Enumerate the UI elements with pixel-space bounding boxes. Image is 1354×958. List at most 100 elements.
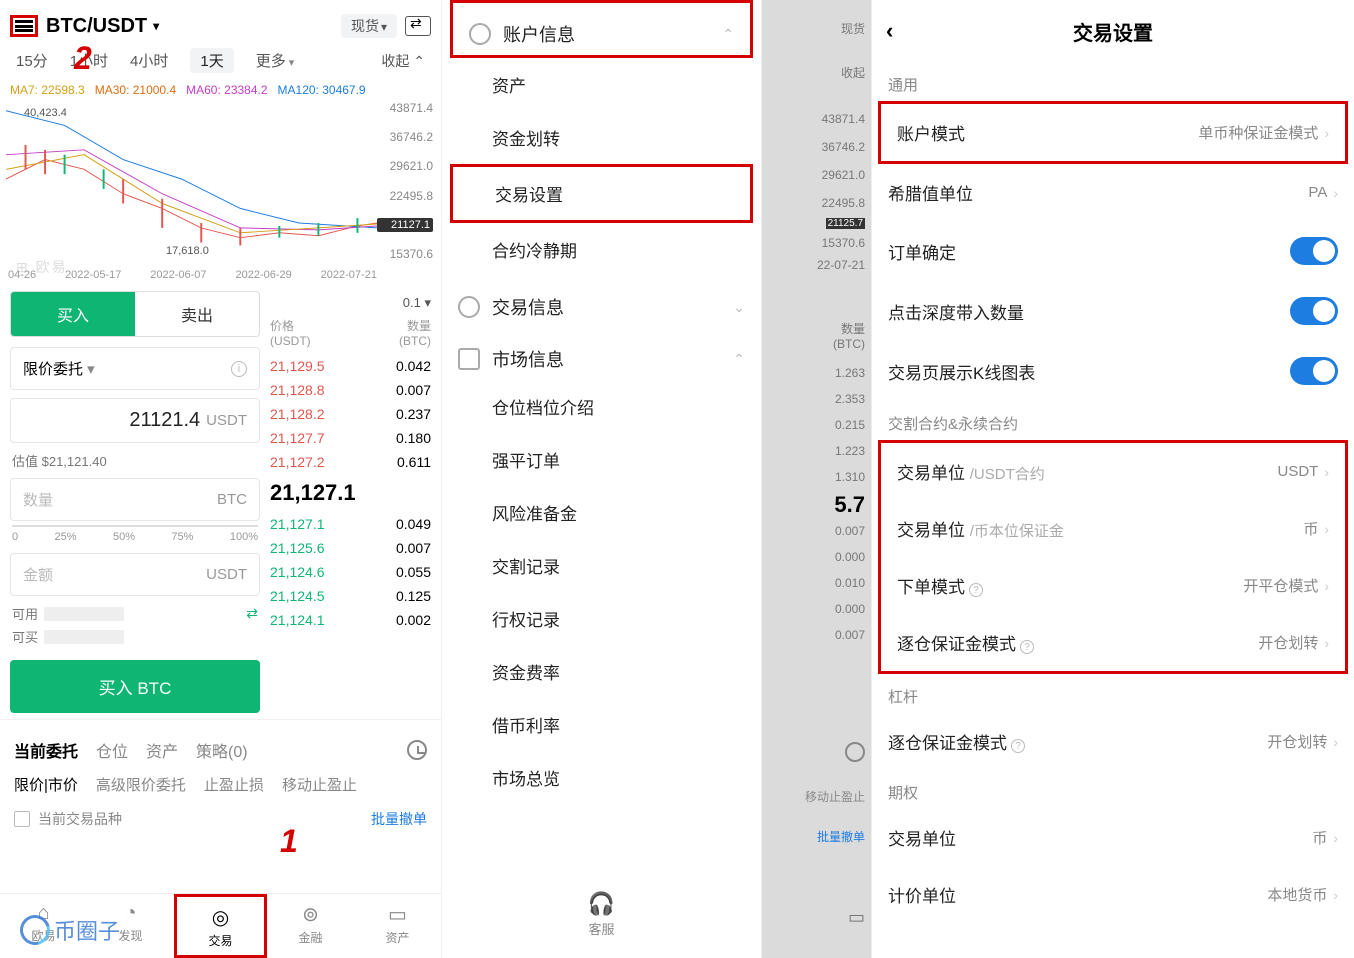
group-general: 通用 [872, 62, 1354, 101]
menu-delivery[interactable]: 交割记录 [442, 539, 761, 592]
help-icon[interactable]: ? [969, 583, 983, 597]
section-trade-info[interactable]: 交易信息 ⌄ [442, 276, 761, 328]
tf-4h[interactable]: 4小时 [130, 50, 168, 71]
row-lever-isolated[interactable]: 逐仓保证金模式? 开仓划转 › [872, 713, 1354, 770]
menu-liquidation[interactable]: 强平订单 [442, 433, 761, 486]
back-icon[interactable]: ‹ [886, 18, 893, 44]
timeframe-row: 15分 1小时 4小时 1天 更多 收起 [0, 44, 441, 81]
toggle-order-confirm[interactable] [1290, 237, 1338, 265]
row-unit-usdt[interactable]: 交易单位 /USDT合约 USDT › [881, 443, 1345, 500]
row-greek-unit[interactable]: 希腊值单位 PA › [872, 164, 1354, 221]
kline-chart[interactable]: 40,423.4 17,618.0 ⊞ 欧易 43871.4 36746.2 2… [6, 101, 435, 281]
chevron-right-icon: › [1324, 578, 1329, 594]
depth-step-select[interactable]: 0.1 [270, 291, 431, 315]
tab-trade[interactable]: ◎交易 [174, 894, 267, 958]
subtab-trailing[interactable]: 移动止盈止 [282, 774, 357, 795]
market-type-badge[interactable]: 现货 [341, 14, 397, 38]
menu-risk-reserve[interactable]: 风险准备金 [442, 486, 761, 539]
x-tick: 2022-06-07 [150, 269, 206, 281]
customer-service[interactable]: 🎧 客服 [442, 891, 761, 938]
menu-borrow[interactable]: 借币利率 [442, 698, 761, 751]
chart-low-label: 17,618.0 [166, 245, 209, 257]
clock-icon [469, 23, 491, 45]
amount-input[interactable]: 金额 USDT [10, 553, 260, 596]
tab-assets[interactable]: 资产 [146, 738, 178, 762]
help-icon[interactable]: ? [1011, 739, 1025, 753]
menu-icon[interactable] [10, 15, 38, 37]
section-account-info[interactable]: 账户信息 ⌃ [453, 3, 750, 55]
current-symbol-checkbox[interactable] [14, 811, 30, 827]
chevron-right-icon: › [1333, 887, 1338, 903]
ask-row[interactable]: 21,127.20.611 [270, 450, 431, 474]
tab-strategy[interactable]: 策略(0) [196, 738, 248, 762]
buy-tab[interactable]: 买入 [11, 292, 135, 336]
ask-row[interactable]: 21,128.20.237 [270, 402, 431, 426]
pair-selector[interactable]: BTC/USDT [46, 15, 159, 38]
menu-trade-settings[interactable]: 交易设置 [453, 167, 750, 220]
chart-collapse[interactable]: 收起 [381, 51, 425, 71]
chevron-right-icon: › [1333, 734, 1338, 750]
chart-icon [458, 348, 480, 370]
bid-row[interactable]: 21,124.10.002 [270, 608, 431, 632]
row-account-mode[interactable]: 账户模式 单币种保证金模式 › [881, 104, 1345, 161]
bid-row[interactable]: 21,127.10.049 [270, 512, 431, 536]
trade-screen: BTC/USDT 现货 2 15分 1小时 4小时 1天 更多 收起 MA7: … [0, 0, 442, 958]
row-option-unit[interactable]: 交易单位 币 › [872, 809, 1354, 866]
qty-input[interactable]: 数量 BTC [10, 478, 260, 521]
ask-row[interactable]: 21,128.80.007 [270, 378, 431, 402]
x-tick: 04-26 [8, 269, 36, 281]
qty-slider[interactable]: 025% 50%75% 100% [10, 527, 260, 553]
tab-finance[interactable]: ⊚金融 [267, 894, 354, 958]
wallet-icon: ▭ [354, 902, 441, 927]
subtab-stop[interactable]: 止盈止损 [204, 774, 264, 795]
tf-15m[interactable]: 15分 [16, 50, 48, 71]
menu-transfer[interactable]: 资金划转 [442, 111, 761, 164]
swap-icon[interactable]: ⇄ [246, 605, 258, 622]
buy-button[interactable]: 买入 BTC [10, 660, 260, 713]
price-estimate: 估值 $21,121.40 [10, 449, 260, 478]
menu-assets[interactable]: 资产 [442, 58, 761, 111]
ask-row[interactable]: 21,127.70.180 [270, 426, 431, 450]
help-icon[interactable]: ? [1020, 640, 1034, 654]
bid-row[interactable]: 21,124.50.125 [270, 584, 431, 608]
ask-row[interactable]: 21,129.50.042 [270, 354, 431, 378]
tf-more[interactable]: 更多 [256, 50, 295, 71]
subtab-limit[interactable]: 限价|市价 [14, 774, 78, 795]
subtab-advanced[interactable]: 高级限价委托 [96, 774, 186, 795]
tab-assets[interactable]: ▭资产 [354, 894, 441, 958]
toggle-show-kline[interactable] [1290, 357, 1338, 385]
row-isolated-margin[interactable]: 逐仓保证金模式? 开仓划转 › [881, 614, 1345, 671]
sell-tab[interactable]: 卖出 [135, 292, 259, 336]
section-market-info[interactable]: 市场信息 ⌃ [442, 328, 761, 380]
tf-1d[interactable]: 1天 [190, 48, 233, 73]
row-unit-coin[interactable]: 交易单位 /币本位保证金 币 › [881, 500, 1345, 557]
history-icon[interactable] [407, 740, 427, 760]
menu-exercise[interactable]: 行权记录 [442, 592, 761, 645]
annotation-1: 1 [280, 823, 298, 860]
current-symbol-label: 当前交易品种 [38, 809, 122, 829]
menu-funding[interactable]: 资金费率 [442, 645, 761, 698]
info-icon[interactable]: i [231, 361, 247, 377]
menu-cooling[interactable]: 合约冷静期 [442, 223, 761, 276]
y-tick: 22495.8 [377, 189, 433, 203]
row-quote-unit[interactable]: 计价单位 本地货币 › [872, 866, 1354, 923]
bid-row[interactable]: 21,124.60.055 [270, 560, 431, 584]
order-type-select[interactable]: 限价委托 i [10, 347, 260, 390]
bid-row[interactable]: 21,125.60.007 [270, 536, 431, 560]
y-tick: 29621.0 [377, 159, 433, 173]
menu-overview[interactable]: 市场总览 [442, 751, 761, 804]
row-show-kline: 交易页展示K线图表 [872, 341, 1354, 401]
y-tick: 43871.4 [377, 101, 433, 115]
x-tick: 2022-07-21 [321, 269, 377, 281]
row-order-confirm: 订单确定 [872, 221, 1354, 281]
price-input[interactable]: 21121.4 USDT [10, 398, 260, 443]
x-tick: 2022-05-17 [65, 269, 121, 281]
tab-positions[interactable]: 仓位 [96, 738, 128, 762]
chart-toggle-icon[interactable] [405, 16, 431, 36]
ma7-label: MA7: 22598.3 [10, 83, 85, 97]
row-order-mode[interactable]: 下单模式? 开平仓模式 › [881, 557, 1345, 614]
toggle-depth-qty[interactable] [1290, 297, 1338, 325]
tab-open-orders[interactable]: 当前委托 [14, 738, 78, 762]
bulk-cancel-link[interactable]: 批量撤单 [371, 809, 427, 829]
menu-tier[interactable]: 仓位档位介绍 [442, 380, 761, 433]
